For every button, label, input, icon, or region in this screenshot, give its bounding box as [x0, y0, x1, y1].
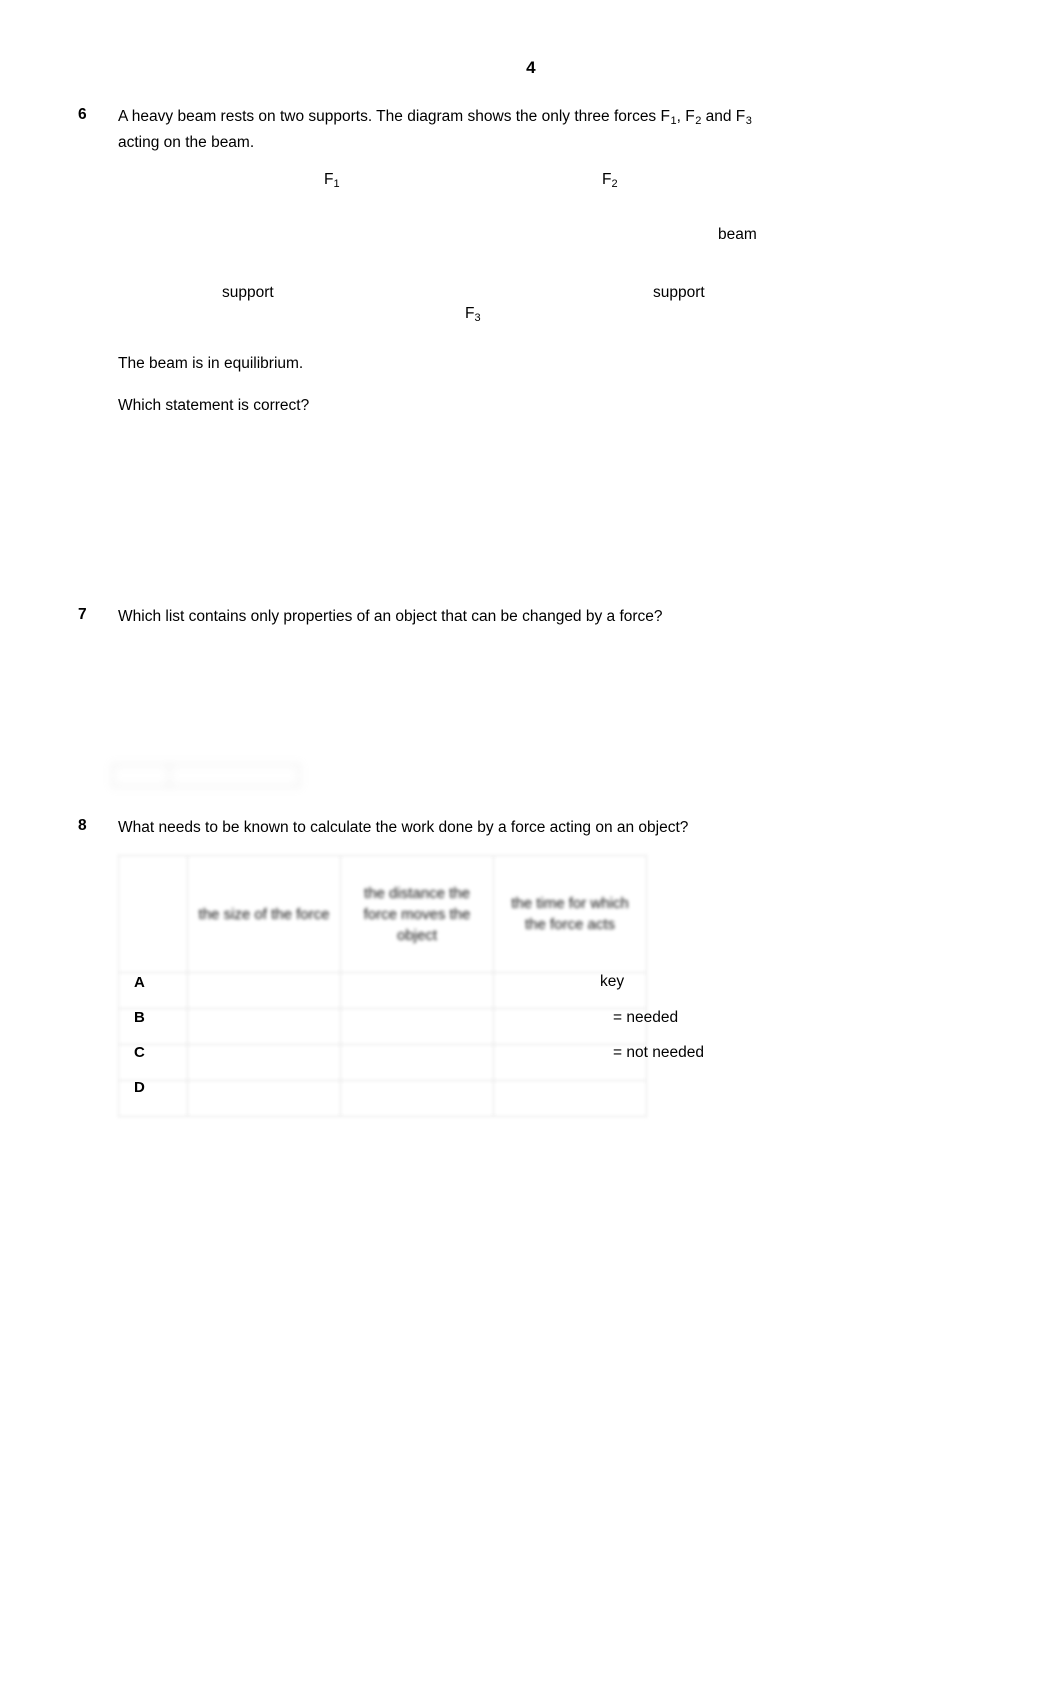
ghost-table-line — [299, 764, 300, 787]
answer-grid-row-label-cell — [118, 972, 188, 1009]
ghost-table-line — [112, 764, 113, 787]
table-row[interactable] — [118, 1080, 647, 1117]
beam-force-diagram: F1 F2 beam support support F3 — [78, 155, 984, 345]
answer-grid-cell[interactable] — [187, 1044, 341, 1081]
answer-grid-cell[interactable] — [187, 972, 341, 1009]
question-8-number: 8 — [78, 817, 87, 834]
answer-grid-cell[interactable] — [340, 1008, 494, 1045]
force-1-subscript: 1 — [333, 177, 340, 190]
diagram-label-support-left: support — [222, 284, 274, 301]
answer-grid-header-time-of-force: the time for which the force acts — [493, 855, 647, 973]
question-6-statement-equilibrium: The beam is in equilibrium. — [118, 355, 304, 372]
answer-grid-cell[interactable] — [340, 1044, 494, 1081]
question-6-text-part-1: A heavy beam rests on two supports. The … — [118, 108, 670, 125]
answer-grid-head: the size of the force the distance the f… — [118, 855, 647, 973]
table-row[interactable] — [118, 1008, 647, 1045]
question-6-number: 6 — [78, 106, 87, 123]
table-row[interactable] — [118, 1044, 647, 1081]
answer-grid-row-letter-d: D — [134, 1079, 145, 1096]
question-8-answer-grid: the size of the force the distance the f… — [118, 855, 647, 1117]
force-3-subscript: 3 — [474, 311, 481, 324]
table-row[interactable] — [118, 972, 647, 1009]
diagram-label-support-right: support — [653, 284, 705, 301]
answer-grid-row-letter-c: C — [134, 1044, 145, 1061]
answer-grid-row-letter-b: B — [134, 1009, 145, 1026]
answer-grid-cell[interactable] — [187, 1080, 341, 1117]
diagram-label-force-3: F3 — [465, 305, 481, 324]
diagram-label-force-1: F1 — [324, 171, 340, 190]
diagram-label-beam: beam — [718, 226, 757, 243]
question-6: 6 A heavy beam rests on two supports. Th… — [78, 106, 984, 153]
answer-grid-header-row: the size of the force the distance the f… — [118, 855, 647, 973]
question-6-statement-prompt: Which statement is correct? — [118, 397, 310, 414]
answer-grid-row-label-cell — [118, 1080, 188, 1117]
answer-grid-cell[interactable] — [493, 1080, 647, 1117]
question-7-text: Which list contains only properties of a… — [118, 608, 663, 625]
ghost-table-line — [112, 786, 300, 787]
question-7-number: 7 — [78, 606, 87, 623]
answer-grid-cell[interactable] — [340, 972, 494, 1009]
question-6-text-part-4: acting on the beam. — [118, 133, 255, 151]
key-title: key — [600, 973, 625, 990]
answer-grid-row-letter-a: A — [134, 974, 145, 991]
answer-grid-header-distance-moved: the distance the force moves the object — [340, 855, 494, 973]
answer-grid-row-label-cell — [118, 1044, 188, 1081]
force-2-subscript: 2 — [611, 177, 618, 190]
question-6-text-part-3: and F — [701, 108, 746, 125]
question-8: 8 What needs to be known to calculate th… — [78, 817, 984, 838]
answer-grid-cell[interactable] — [187, 1008, 341, 1045]
exam-page: 4 6 A heavy beam rests on two supports. … — [0, 0, 1062, 1686]
question-7: 7 Which list contains only properties of… — [78, 606, 984, 627]
page-number: 4 — [526, 58, 536, 77]
key-entry-needed: = needed — [613, 1009, 679, 1026]
question-6-sub-3: 3 — [745, 114, 752, 127]
question-7-ghost-table — [112, 762, 300, 788]
answer-grid-body — [118, 972, 647, 1117]
answer-grid-header-size-of-force: the size of the force — [187, 855, 341, 973]
answer-grid-table: the size of the force the distance the f… — [118, 855, 647, 1117]
key-entry-not-needed: = not needed — [613, 1044, 704, 1061]
ghost-table-line — [169, 764, 170, 787]
answer-grid-row-label-cell — [118, 1008, 188, 1045]
question-6-text: A heavy beam rests on two supports. The … — [118, 106, 984, 153]
diagram-label-force-2: F2 — [602, 171, 618, 190]
question-6-text-part-2: , F — [676, 108, 695, 125]
question-6-sub-1: 1 — [670, 114, 677, 127]
ghost-table-line — [112, 764, 300, 765]
answer-grid-cell[interactable] — [340, 1080, 494, 1117]
answer-grid-header-blank — [118, 855, 188, 973]
question-8-text: What needs to be known to calculate the … — [118, 819, 689, 836]
